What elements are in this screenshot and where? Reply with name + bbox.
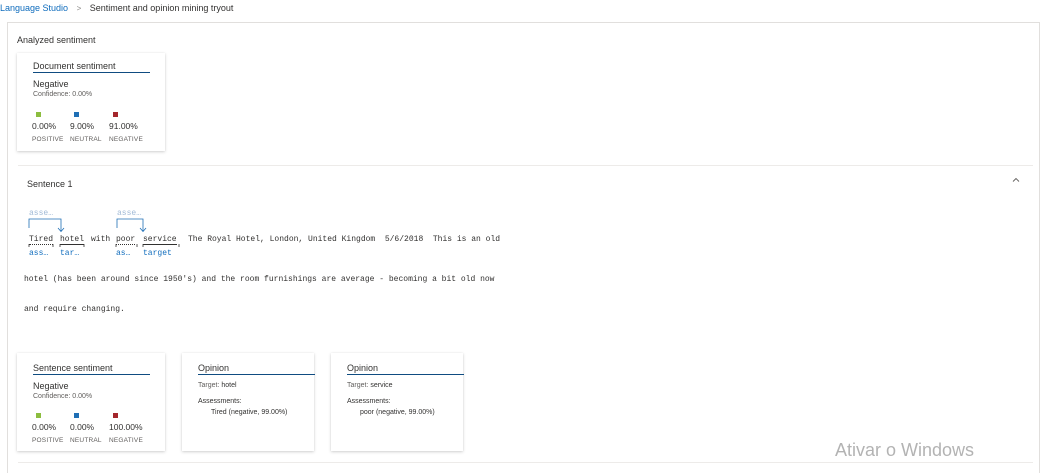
sentence-1-heading: Sentence 1 bbox=[27, 179, 73, 189]
opinion-card-hotel: Opinion Target: hotel Assessments: Tired… bbox=[182, 353, 315, 451]
bottom-divider bbox=[18, 462, 1033, 463]
opinion-assessments-label: Assessments: bbox=[198, 398, 242, 405]
document-confidence: Confidence: 0.00% bbox=[33, 91, 93, 98]
positive-value: 0.00% bbox=[32, 422, 57, 432]
document-sentiment-value: Negative bbox=[33, 79, 69, 89]
breadcrumb-current: Sentiment and opinion mining tryout bbox=[89, 3, 234, 13]
sentence-text-line-1: The Royal Hotel, London, United Kingdom … bbox=[188, 235, 501, 244]
breadcrumb: Language Studio > Sentiment and opinion … bbox=[0, 3, 233, 13]
positive-color-swatch bbox=[36, 413, 41, 418]
assessment-tag-above-1: asse… bbox=[29, 209, 54, 218]
sentence-text-line-2: hotel (has been around since 1950's) and… bbox=[24, 275, 495, 284]
target-tag-below-2[interactable]: target bbox=[143, 249, 172, 258]
sentence-sentiment-title: Sentence sentiment bbox=[33, 363, 150, 375]
neutral-color-swatch bbox=[74, 413, 79, 418]
analyzed-sentiment-heading: Analyzed sentiment bbox=[17, 35, 96, 45]
opinion-target-value: service bbox=[370, 382, 393, 389]
sentence-score-negative: 100.00% NEGATIVE bbox=[109, 413, 161, 444]
windows-activation-watermark: Ativar o Windows bbox=[835, 440, 975, 460]
sentence-score-neutral: 0.00% NEUTRAL bbox=[70, 413, 108, 444]
opinion-target-label: Target: bbox=[347, 382, 369, 389]
negative-label: NEGATIVE bbox=[109, 437, 143, 444]
document-score-neutral: 9.00% NEUTRAL bbox=[70, 112, 108, 143]
opinion-assessment-value: Tired (negative, 99.00%) bbox=[211, 409, 288, 416]
opinion-assessments-label: Assessments: bbox=[347, 398, 391, 405]
opinion-title: Opinion bbox=[198, 363, 315, 375]
sentence-confidence: Confidence: 0.00% bbox=[33, 393, 93, 400]
target-tag-below-1[interactable]: tar… bbox=[60, 249, 79, 258]
negative-label: NEGATIVE bbox=[109, 136, 143, 143]
negative-value: 100.00% bbox=[109, 422, 143, 432]
neutral-value: 9.00% bbox=[70, 121, 95, 131]
sentence-sentiment-card: Sentence sentiment Negative Confidence: … bbox=[17, 353, 165, 451]
neutral-color-swatch bbox=[74, 112, 79, 117]
chevron-up-icon[interactable] bbox=[1012, 176, 1020, 184]
negative-value: 91.00% bbox=[109, 121, 138, 131]
opinion-card-service: Opinion Target: service Assessments: poo… bbox=[331, 353, 464, 451]
opinion-target: Target: hotel bbox=[198, 382, 237, 389]
negative-color-swatch bbox=[113, 413, 118, 418]
assessment-tag-above-2: asse… bbox=[117, 209, 142, 218]
sentence-score-positive: 0.00% POSITIVE bbox=[32, 413, 70, 444]
neutral-label: NEUTRAL bbox=[70, 437, 102, 444]
opinion-title: Opinion bbox=[347, 363, 464, 375]
chevron-right-icon: > bbox=[76, 4, 82, 13]
document-sentiment-title: Document sentiment bbox=[33, 61, 150, 73]
sentence-divider bbox=[18, 165, 1033, 166]
opinion-target-label: Target: bbox=[198, 382, 220, 389]
positive-value: 0.00% bbox=[32, 121, 57, 131]
breadcrumb-language-studio-link[interactable]: Language Studio bbox=[0, 3, 68, 13]
opinion-assessment-value: poor (negative, 99.00%) bbox=[360, 409, 435, 416]
opinion-target-value: hotel bbox=[221, 382, 237, 389]
positive-label: POSITIVE bbox=[32, 437, 64, 444]
document-score-negative: 91.00% NEGATIVE bbox=[109, 112, 159, 143]
assessment-tag-below-2[interactable]: as… bbox=[116, 249, 130, 258]
neutral-label: NEUTRAL bbox=[70, 136, 102, 143]
document-sentiment-card: Document sentiment Negative Confidence: … bbox=[17, 53, 165, 151]
positive-color-swatch bbox=[36, 112, 41, 117]
positive-label: POSITIVE bbox=[32, 136, 64, 143]
negative-color-swatch bbox=[113, 112, 118, 117]
sentence-text-line-3: and require changing. bbox=[24, 305, 125, 314]
token-end-markers bbox=[28, 244, 180, 247]
sentence-sentiment-value: Negative bbox=[33, 381, 69, 391]
opinion-target: Target: service bbox=[347, 382, 393, 389]
document-score-positive: 0.00% POSITIVE bbox=[32, 112, 70, 143]
assessment-tag-below-1[interactable]: ass… bbox=[29, 249, 48, 258]
neutral-value: 0.00% bbox=[70, 422, 95, 432]
